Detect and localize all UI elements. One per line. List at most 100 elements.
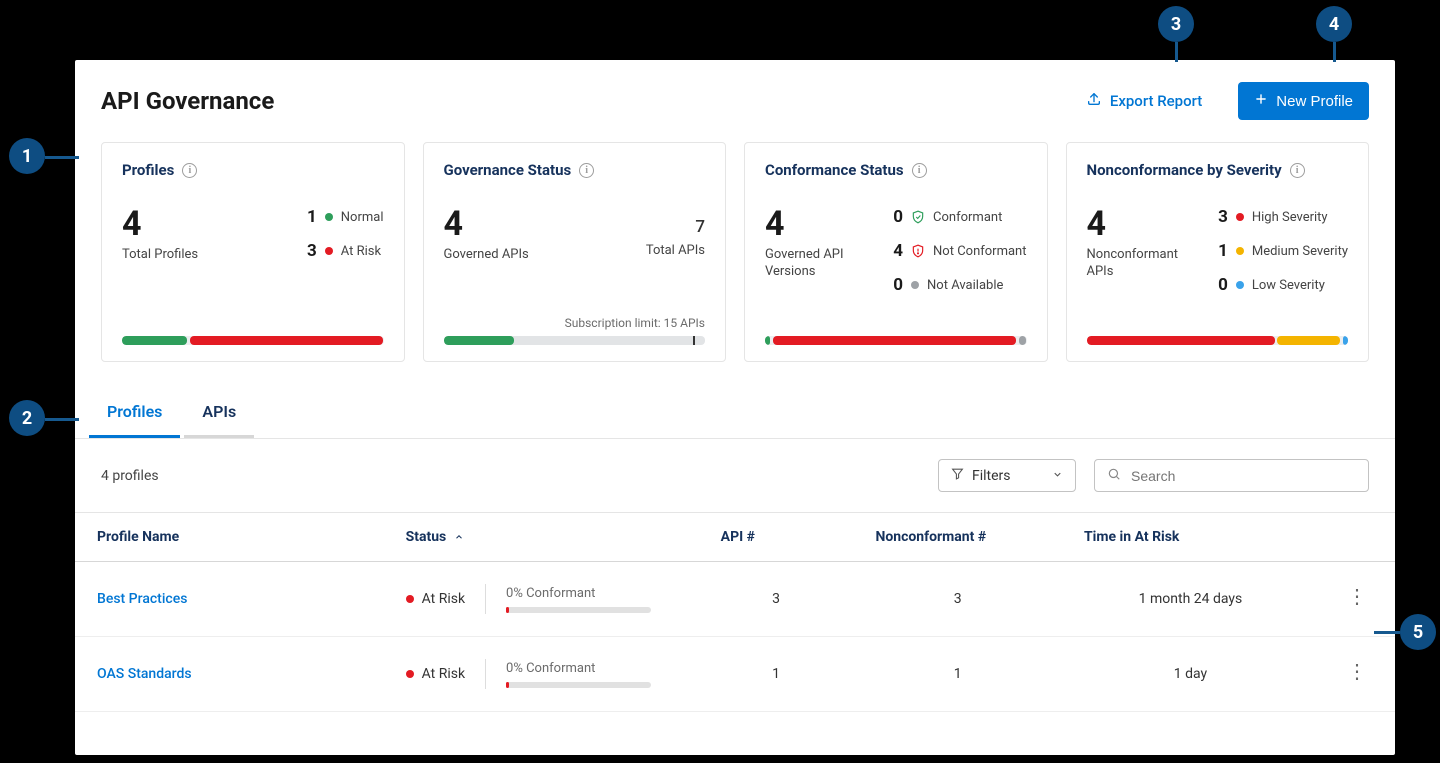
card-profiles-title-text: Profiles xyxy=(122,161,174,179)
profiles-total: 4 xyxy=(122,207,198,241)
status-cell: At Risk xyxy=(406,666,465,682)
profiles-atrisk-count: 3 xyxy=(301,241,317,261)
profiles-total-label: Total Profiles xyxy=(122,247,198,264)
new-profile-label: New Profile xyxy=(1276,93,1353,110)
col-profile-name[interactable]: Profile Name xyxy=(75,513,384,562)
profiles-atrisk-label: At Risk xyxy=(341,244,381,259)
conformant-label: Conformant xyxy=(933,210,1002,225)
sort-asc-icon xyxy=(454,532,464,542)
conformance-pct: 0% Conformant xyxy=(506,586,651,601)
card-profiles-title: Profiles i xyxy=(122,161,384,179)
nonconformant-apis-label: Nonconformant APIs xyxy=(1087,247,1207,281)
export-report-link[interactable]: Export Report xyxy=(1086,91,1202,111)
filters-button[interactable]: Filters xyxy=(938,459,1076,492)
annotation-badge-1: 1 xyxy=(9,138,45,174)
annotation-badge-2: 2 xyxy=(9,400,45,436)
profile-name-link[interactable]: OAS Standards xyxy=(97,666,192,682)
dot-red-icon xyxy=(406,595,414,603)
row-actions-menu[interactable]: ⋮ xyxy=(1341,667,1373,675)
info-icon[interactable]: i xyxy=(1290,163,1305,178)
dot-amber-icon xyxy=(1236,247,1244,255)
conformant-count: 0 xyxy=(887,207,903,227)
governed-apis-label: Governed APIs xyxy=(444,247,529,264)
governed-apis-count: 4 xyxy=(444,207,529,241)
col-status[interactable]: Status xyxy=(384,513,699,562)
subscription-limit-note: Subscription limit: 15 APIs xyxy=(444,316,706,330)
profiles-table: Profile Name Status API # Nonconformant … xyxy=(75,513,1395,712)
profile-name-link[interactable]: Best Practices xyxy=(97,591,187,607)
card-conformance-title: Conformance Status i xyxy=(765,161,1027,179)
not-available-label: Not Available xyxy=(927,278,1003,293)
time-at-risk-cell: 1 day xyxy=(1062,637,1319,712)
not-conformant-count: 4 xyxy=(887,241,903,261)
api-count-cell: 1 xyxy=(699,637,854,712)
dot-green-icon xyxy=(325,213,333,221)
high-sev-label: High Severity xyxy=(1252,210,1328,225)
annotation-leader-4 xyxy=(1333,42,1336,62)
annotation-badge-4: 4 xyxy=(1316,6,1352,42)
info-icon[interactable]: i xyxy=(579,163,594,178)
card-severity-title-text: Nonconformance by Severity xyxy=(1087,161,1282,179)
dot-red-icon xyxy=(1236,213,1244,221)
governed-versions-label: Governed API Versions xyxy=(765,247,865,281)
tab-apis[interactable]: APIs xyxy=(184,392,254,438)
api-count-cell: 3 xyxy=(699,562,854,637)
info-icon[interactable]: i xyxy=(182,163,197,178)
med-sev-count: 1 xyxy=(1212,241,1228,261)
profiles-normal-label: Normal xyxy=(341,210,384,225)
col-nonconf-count[interactable]: Nonconformant # xyxy=(853,513,1062,562)
conformance-bar xyxy=(506,682,651,688)
annotation-leader-5 xyxy=(1374,631,1400,634)
plus-icon xyxy=(1254,92,1268,110)
total-apis-count: 7 xyxy=(646,217,705,237)
high-sev-count: 3 xyxy=(1212,207,1228,227)
governance-bar xyxy=(444,336,706,345)
card-governance: Governance Status i 4 Governed APIs 7 To… xyxy=(423,142,727,362)
annotation-leader-3 xyxy=(1175,42,1178,62)
card-profiles: Profiles i 4 Total Profiles 1 Normal 3 xyxy=(101,142,405,362)
col-api-count[interactable]: API # xyxy=(699,513,854,562)
summary-cards-row: Profiles i 4 Total Profiles 1 Normal 3 xyxy=(75,134,1395,362)
table-toolbar: 4 profiles Filters xyxy=(75,439,1395,513)
card-conformance: Conformance Status i 4 Governed API Vers… xyxy=(744,142,1048,362)
row-actions-menu[interactable]: ⋮ xyxy=(1341,592,1373,600)
nonconformant-apis-count: 4 xyxy=(1087,207,1207,241)
card-severity: Nonconformance by Severity i 4 Nonconfor… xyxy=(1066,142,1370,362)
profiles-bar xyxy=(122,336,384,345)
status-text: At Risk xyxy=(422,666,465,682)
annotation-leader-2 xyxy=(45,418,79,421)
filters-label: Filters xyxy=(972,468,1011,484)
col-time-at-risk[interactable]: Time in At Risk xyxy=(1062,513,1319,562)
search-icon xyxy=(1107,466,1121,485)
shield-check-icon xyxy=(911,210,925,224)
status-text: At Risk xyxy=(422,591,465,607)
new-profile-button[interactable]: New Profile xyxy=(1238,82,1369,120)
dot-red-icon xyxy=(406,670,414,678)
header: API Governance Export Report New Profile xyxy=(75,60,1395,134)
governed-versions-count: 4 xyxy=(765,207,865,241)
dot-gray-icon xyxy=(911,281,919,289)
nonconf-count-cell: 3 xyxy=(853,562,1062,637)
tab-profiles[interactable]: Profiles xyxy=(89,392,180,438)
info-icon[interactable]: i xyxy=(912,163,927,178)
annotation-badge-5: 5 xyxy=(1400,614,1436,650)
profiles-normal-count: 1 xyxy=(301,207,317,227)
low-sev-label: Low Severity xyxy=(1252,278,1325,293)
filter-icon xyxy=(951,467,964,484)
card-conformance-title-text: Conformance Status xyxy=(765,161,904,179)
profile-count-label: 4 profiles xyxy=(101,468,938,484)
table-row: OAS Standards At Risk 0% Conformant xyxy=(75,637,1395,712)
search-field[interactable] xyxy=(1094,459,1369,492)
nonconf-count-cell: 1 xyxy=(853,637,1062,712)
export-report-label: Export Report xyxy=(1110,92,1202,110)
chevron-down-icon xyxy=(1052,468,1063,484)
shield-alert-icon xyxy=(911,244,925,258)
annotation-badge-3: 3 xyxy=(1158,6,1194,42)
not-available-count: 0 xyxy=(887,275,903,295)
conformance-bar xyxy=(506,607,651,613)
med-sev-label: Medium Severity xyxy=(1252,244,1348,259)
search-input[interactable] xyxy=(1129,467,1356,485)
upload-icon xyxy=(1086,91,1102,111)
page-title: API Governance xyxy=(101,87,1086,115)
table-row: Best Practices At Risk 0% Conformant xyxy=(75,562,1395,637)
